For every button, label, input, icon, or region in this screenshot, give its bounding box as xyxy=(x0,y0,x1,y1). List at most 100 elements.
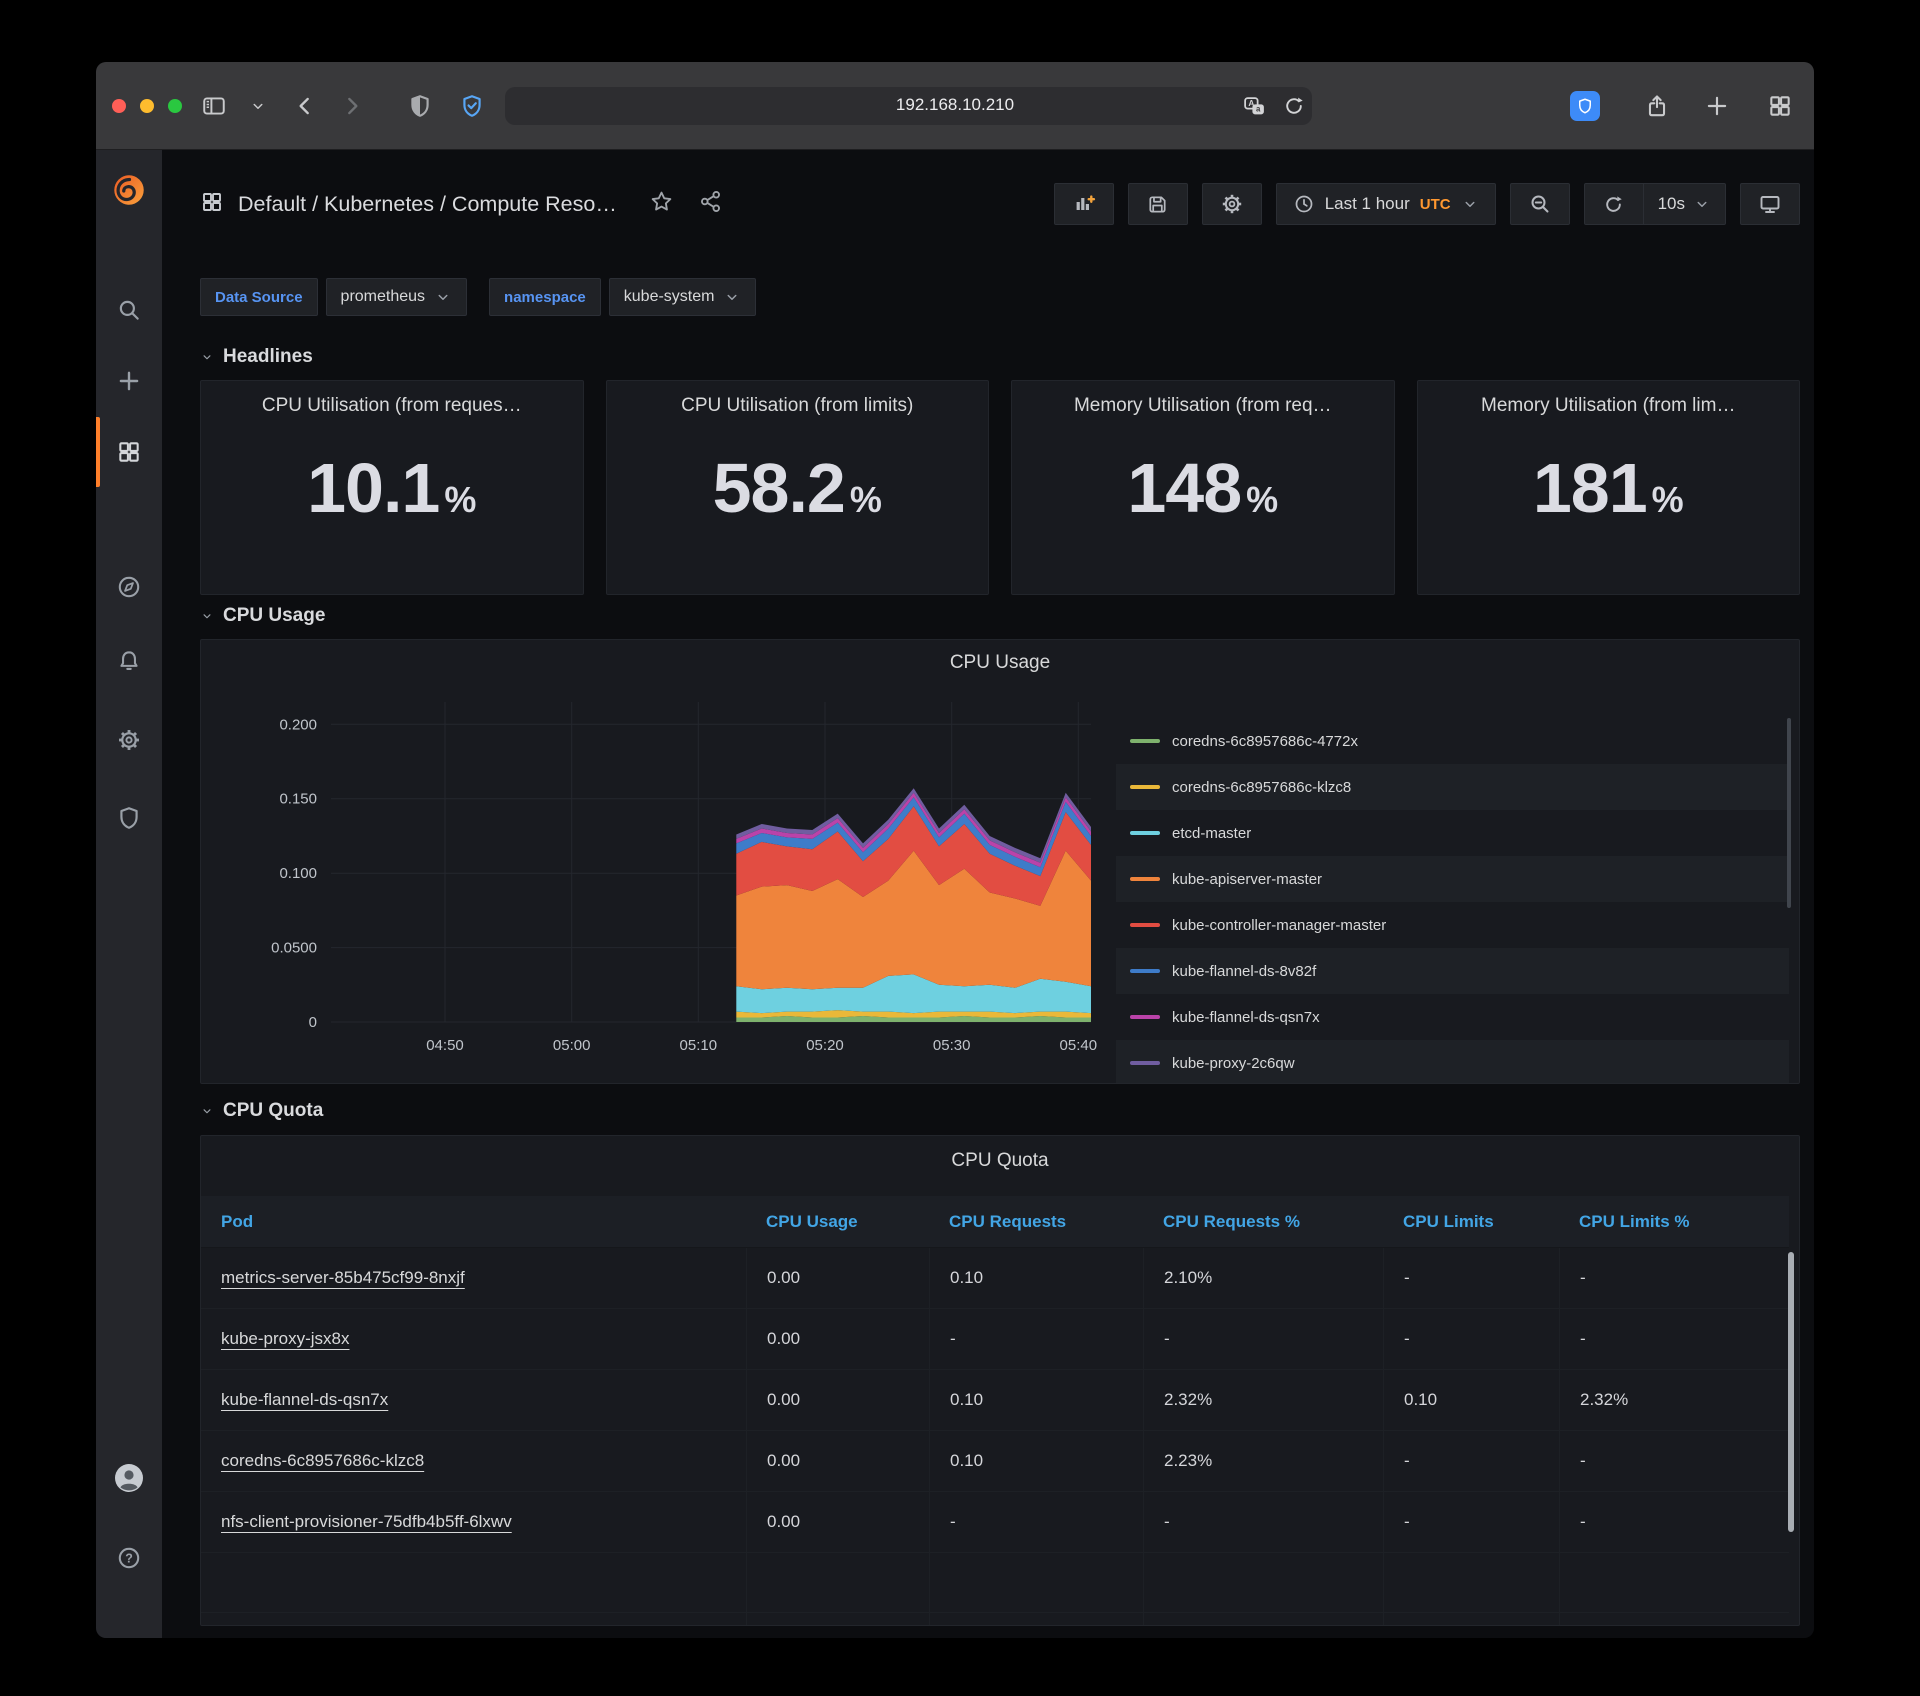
column-header-3[interactable]: CPU Requests xyxy=(929,1196,1143,1248)
kiosk-tv-button[interactable] xyxy=(1740,183,1800,225)
time-range-picker[interactable]: Last 1 hour UTC xyxy=(1275,183,1496,225)
close-button[interactable] xyxy=(112,99,126,113)
legend-label: coredns-6c8957686c-4772x xyxy=(1172,732,1358,750)
x-tick-label: 04:50 xyxy=(426,1037,464,1054)
plus-icon[interactable] xyxy=(116,368,142,399)
variable-value-dropdown-1[interactable]: kube-system xyxy=(608,278,757,316)
x-tick-label: 05:10 xyxy=(680,1037,718,1054)
table-row: nfs-client-provisioner-75dfb4b5ff-6lxwv 0… xyxy=(201,1492,1789,1553)
legend-item[interactable]: coredns-6c8957686c-4772x xyxy=(1116,718,1789,764)
stat-title[interactable]: Memory Utilisation (from lim… xyxy=(1418,395,1800,417)
new-tab-icon[interactable] xyxy=(1704,93,1730,119)
alerting-bell-icon[interactable] xyxy=(116,648,142,679)
value-cell: - xyxy=(1383,1431,1559,1491)
sidebar-icon[interactable] xyxy=(201,93,227,119)
stat-title[interactable]: CPU Utilisation (from limits) xyxy=(607,395,989,417)
cpu-quota-panel: CPU Quota Pod CPU Usage CPU Requests CPU Re… xyxy=(200,1135,1800,1626)
refresh-interval-dropdown[interactable]: 10s xyxy=(1642,183,1726,225)
section-header-headlines[interactable]: Headlines xyxy=(200,346,1800,368)
section-header-cpu-quota[interactable]: CPU Quota xyxy=(200,1100,1800,1122)
section-header-cpu-usage[interactable]: CPU Usage xyxy=(200,605,1800,627)
refresh-interval-label: 10s xyxy=(1657,194,1685,213)
legend-swatch xyxy=(1130,1015,1160,1019)
value-cell: - xyxy=(1383,1309,1559,1369)
stat-panel-4: Memory Utilisation (from lim… 181% xyxy=(1416,380,1800,595)
minimize-button[interactable] xyxy=(140,99,154,113)
x-tick-label: 05:30 xyxy=(933,1037,971,1054)
grafana-logo[interactable] xyxy=(110,171,148,214)
legend-item[interactable]: kube-flannel-ds-8v82f xyxy=(1116,948,1789,994)
share-icon[interactable] xyxy=(1644,93,1670,119)
privacy-shield-icon[interactable] xyxy=(407,93,433,119)
table-row: kube-flannel-ds-qsn7x 0.00 0.10 2.32% 0.10 2.… xyxy=(201,1370,1789,1431)
legend-item[interactable]: kube-proxy-2c6qw xyxy=(1116,1040,1789,1083)
column-header-4[interactable]: CPU Requests % xyxy=(1143,1196,1383,1248)
translate-icon[interactable]: A a xyxy=(1242,94,1267,119)
chevron-down-icon[interactable] xyxy=(249,97,267,115)
legend-item[interactable]: etcd-master xyxy=(1116,810,1789,856)
help-icon[interactable]: ? xyxy=(116,1545,142,1576)
value-cell: - xyxy=(1559,1309,1789,1369)
avatar[interactable] xyxy=(114,1463,144,1498)
table-title[interactable]: CPU Quota xyxy=(201,1150,1799,1172)
value-cell xyxy=(201,1613,746,1625)
dashboards-icon[interactable] xyxy=(116,439,142,470)
legend-item[interactable]: kube-flannel-ds-qsn7x xyxy=(1116,994,1789,1040)
value-cell xyxy=(201,1553,746,1613)
legend-item[interactable]: kube-controller-manager-master xyxy=(1116,902,1789,948)
save-button[interactable] xyxy=(1127,183,1188,225)
value-cell: - xyxy=(1143,1492,1383,1552)
grafana-app: ? Default / Kubernetes / Compute Reso… L… xyxy=(96,150,1814,1638)
column-header-1[interactable]: Pod xyxy=(201,1196,746,1248)
value-cell: 0.00 xyxy=(746,1492,929,1552)
pod-link[interactable]: kube-proxy-jsx8x xyxy=(221,1329,350,1349)
column-header-5[interactable]: CPU Limits xyxy=(1383,1196,1559,1248)
breadcrumb[interactable]: Default / Kubernetes / Compute Reso… xyxy=(238,192,617,217)
table-body: metrics-server-85b475cf99-8nxjf 0.00 0.10 2… xyxy=(201,1248,1789,1625)
dashboard-main: Default / Kubernetes / Compute Reso… Las… xyxy=(162,150,1814,1638)
pod-link[interactable]: nfs-client-provisioner-75dfb4b5ff-6lxwv xyxy=(221,1512,512,1532)
refresh-button[interactable] xyxy=(1583,183,1644,225)
zoom-out-button[interactable] xyxy=(1509,183,1570,225)
server-admin-shield-icon[interactable] xyxy=(116,805,142,836)
settings-gear-button[interactable] xyxy=(1201,183,1262,225)
value-cell xyxy=(1143,1613,1383,1625)
tab-overview-icon[interactable] xyxy=(1767,93,1793,119)
pod-link[interactable]: kube-flannel-ds-qsn7x xyxy=(221,1390,388,1410)
stat-title[interactable]: Memory Utilisation (from req… xyxy=(1012,395,1394,417)
star-icon[interactable] xyxy=(649,189,674,219)
value-cell xyxy=(1383,1553,1559,1613)
table-row: coredns-6c8957686c-klzc8 0.00 0.10 2.23% - - xyxy=(201,1431,1789,1492)
stat-value: 181% xyxy=(1532,449,1684,527)
pod-link[interactable]: coredns-6c8957686c-klzc8 xyxy=(221,1451,424,1471)
column-header-2[interactable]: CPU Usage xyxy=(746,1196,929,1248)
x-tick-label: 05:20 xyxy=(806,1037,844,1054)
share-nodes-icon[interactable] xyxy=(698,189,723,219)
legend-label: kube-controller-manager-master xyxy=(1172,916,1387,934)
x-tick-label: 05:00 xyxy=(553,1037,591,1054)
search-icon[interactable] xyxy=(116,297,142,328)
legend-item[interactable]: kube-apiserver-master xyxy=(1116,856,1789,902)
chevron-down-icon xyxy=(200,350,214,364)
configuration-gear-icon[interactable] xyxy=(116,727,142,758)
grafana-sidebar: ? xyxy=(96,150,162,1638)
variable-value-dropdown-0[interactable]: prometheus xyxy=(325,278,468,316)
stat-title[interactable]: CPU Utilisation (from reques… xyxy=(201,395,583,417)
table-scrollbar[interactable] xyxy=(1788,1252,1794,1532)
chevron-down-icon xyxy=(723,288,741,306)
explore-compass-icon[interactable] xyxy=(116,574,142,605)
legend-item[interactable]: coredns-6c8957686c-klzc8 xyxy=(1116,764,1789,810)
zoom-button[interactable] xyxy=(168,99,182,113)
column-header-6[interactable]: CPU Limits % xyxy=(1559,1196,1789,1248)
value-cell xyxy=(1383,1613,1559,1625)
back-icon[interactable] xyxy=(292,93,318,119)
address-bar[interactable] xyxy=(505,87,1312,125)
shield-check-icon[interactable] xyxy=(459,93,485,119)
forward-icon[interactable] xyxy=(339,93,365,119)
add-panel-button[interactable] xyxy=(1053,183,1114,225)
pod-link[interactable]: metrics-server-85b475cf99-8nxjf xyxy=(221,1268,465,1288)
bitwarden-icon[interactable] xyxy=(1570,91,1600,121)
legend-scrollbar[interactable] xyxy=(1787,718,1791,908)
value-cell: 0.10 xyxy=(929,1370,1143,1430)
reload-icon[interactable] xyxy=(1282,94,1306,118)
